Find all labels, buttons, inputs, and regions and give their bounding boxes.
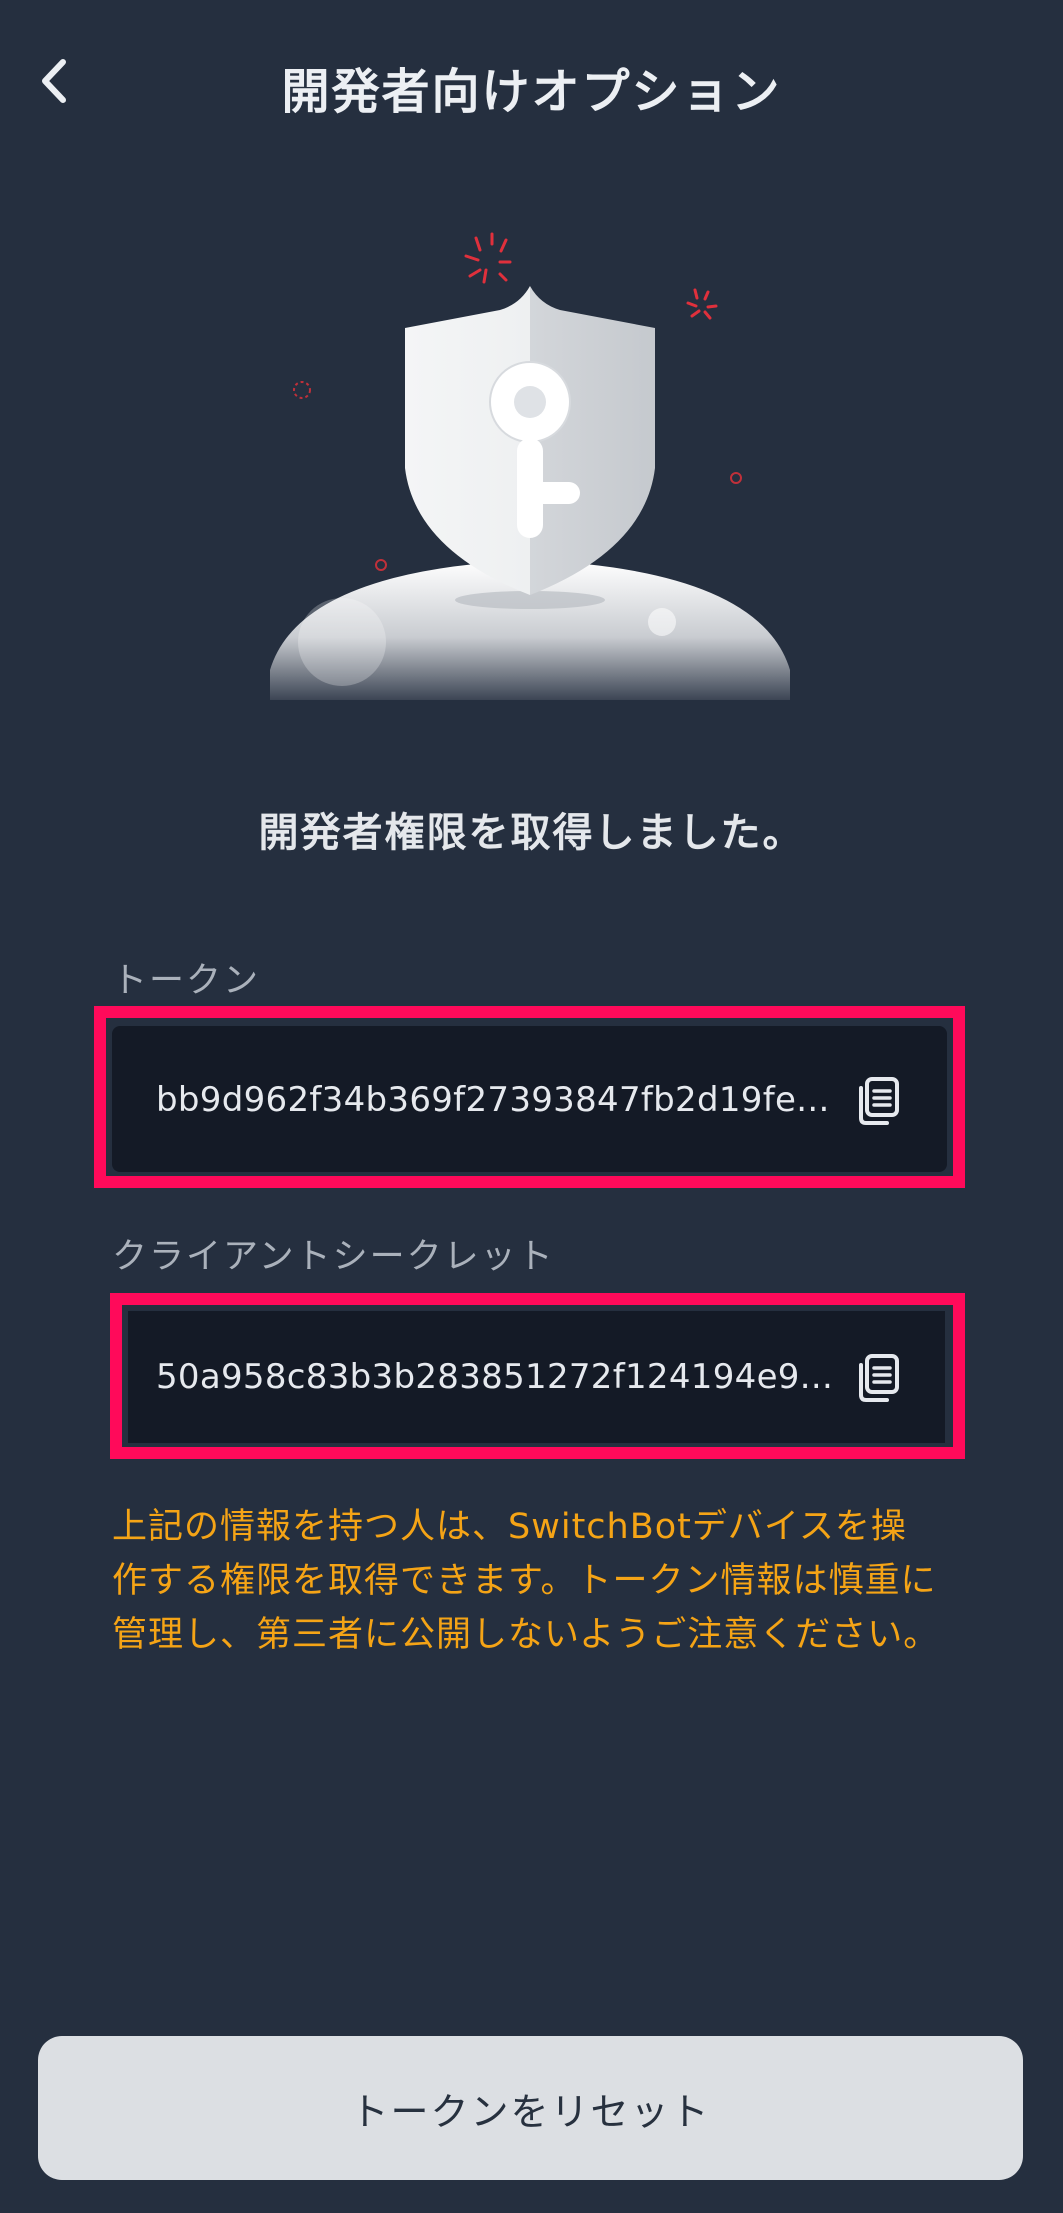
copy-icon <box>859 1077 899 1125</box>
header: 開発者向けオプション <box>0 0 1063 165</box>
client-secret-label: クライアントシークレット <box>112 1237 555 1277</box>
status-message: 開発者権限を取得しました。 <box>258 810 805 856</box>
page-title: 開発者向けオプション <box>281 64 782 120</box>
shield-key-icon <box>270 232 790 700</box>
client-secret-value: 50a958c83b3b283851272f124194e9... <box>156 1357 834 1397</box>
warning-text: 上記の情報を持つ人は、SwitchBotデバイスを操作する権限を取得できます。ト… <box>112 1507 940 1655</box>
reset-token-button[interactable]: トークンをリセット <box>38 2036 1023 2180</box>
shield-key-illustration <box>260 210 800 710</box>
token-value: bb9d962f34b369f27393847fb2d19fe... <box>156 1080 830 1120</box>
token-copy-button[interactable] <box>852 1073 904 1129</box>
copy-icon <box>859 1354 899 1402</box>
token-label: トークン <box>112 961 261 1001</box>
client-secret-copy-button[interactable] <box>852 1350 904 1406</box>
